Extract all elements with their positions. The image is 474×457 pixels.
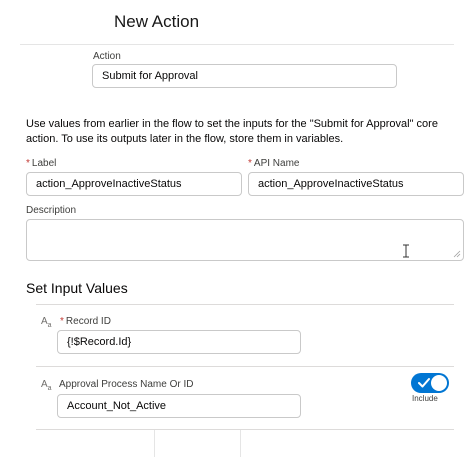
required-marker: * — [248, 158, 252, 169]
toggle-knob — [431, 375, 447, 391]
text-type-icon: Aa — [41, 316, 52, 329]
api-name-field-label: * API Name — [248, 158, 299, 169]
approval-process-input[interactable]: Account_Not_Active — [57, 394, 301, 418]
label-field-label-text: Label — [31, 158, 57, 169]
modal-title: New Action — [114, 12, 200, 31]
row-divider — [36, 304, 454, 305]
type-icon-subscript: a — [47, 385, 52, 392]
label-input[interactable]: action_ApproveInactiveStatus — [26, 172, 242, 196]
type-icon-letter: A — [41, 379, 48, 390]
api-name-input[interactable]: action_ApproveInactiveStatus — [248, 172, 464, 196]
action-label: Action — [93, 51, 121, 62]
record-id-label-text: Record ID — [65, 316, 111, 327]
approval-process-label: Approval Process Name Or ID — [59, 379, 194, 390]
include-toggle[interactable] — [411, 373, 449, 393]
checkmark-icon — [418, 378, 430, 388]
api-name-field-label-text: API Name — [253, 158, 300, 169]
type-icon-subscript: a — [47, 322, 52, 329]
type-icon-letter: A — [41, 316, 48, 327]
row-divider — [36, 366, 454, 367]
resize-handle-icon[interactable] — [453, 250, 461, 258]
required-marker: * — [60, 316, 64, 327]
section-title-input-values: Set Input Values — [26, 280, 128, 296]
required-marker: * — [26, 158, 30, 169]
text-cursor-icon — [403, 244, 409, 258]
include-label: Include — [412, 394, 438, 403]
label-field-label: * Label — [26, 158, 56, 169]
next-row-cells — [36, 430, 454, 457]
header-divider — [20, 44, 454, 45]
record-id-label: * Record ID — [60, 316, 111, 327]
description-label: Description — [26, 205, 77, 216]
text-type-icon: Aa — [41, 379, 52, 392]
action-input[interactable]: Submit for Approval — [92, 64, 397, 88]
description-textarea[interactable] — [26, 219, 464, 261]
help-text: Use values from earlier in the flow to s… — [26, 118, 438, 145]
record-id-input[interactable]: {!$Record.Id} — [57, 330, 301, 354]
